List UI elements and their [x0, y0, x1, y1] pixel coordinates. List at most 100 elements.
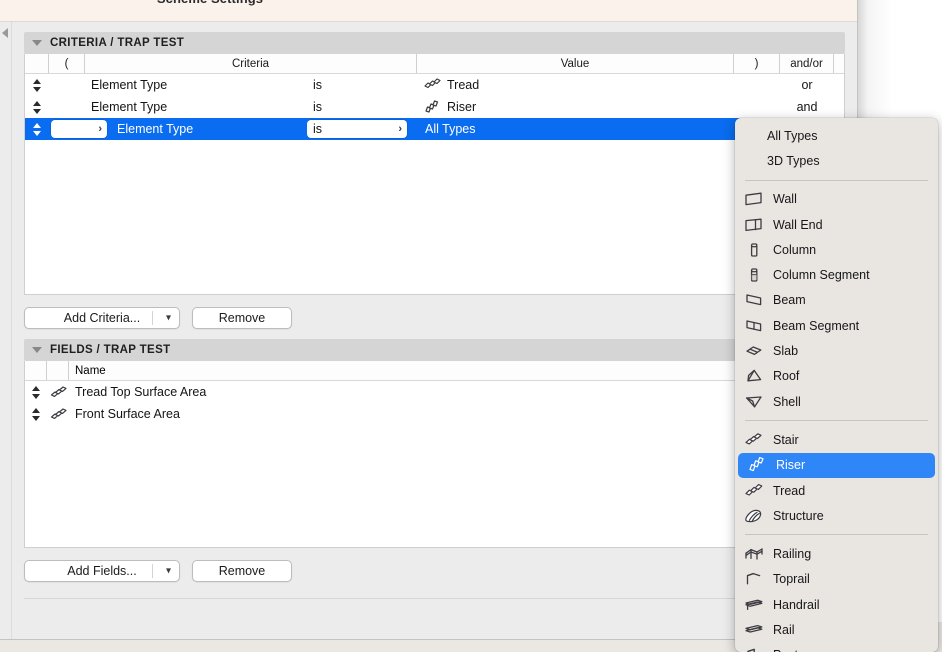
- row-operator[interactable]: is: [307, 96, 417, 118]
- menu-item-roof[interactable]: Roof: [735, 364, 938, 389]
- operator-select[interactable]: is ›: [307, 120, 407, 138]
- dialog-content: CRITERIA / TRAP TEST ( Criteria Value ) …: [12, 22, 857, 639]
- menu-item-structure[interactable]: Structure: [735, 503, 938, 528]
- left-collapse-rail[interactable]: [0, 22, 12, 639]
- add-criteria-button[interactable]: Add Criteria... ▾: [24, 307, 180, 329]
- railing-icon: [743, 545, 765, 563]
- menu-item-beam-segment[interactable]: Beam Segment: [735, 313, 938, 338]
- disclosure-triangle-icon[interactable]: [32, 347, 42, 353]
- add-fields-button[interactable]: Add Fields... ▾: [24, 560, 180, 582]
- menu-item-shell[interactable]: Shell: [735, 389, 938, 414]
- menu-separator: [745, 179, 928, 181]
- fields-table: Name Tread Top Surface Area Front Surfac…: [24, 361, 845, 548]
- row-value[interactable]: Riser: [417, 96, 734, 118]
- criteria-table-header: ( Criteria Value ) and/or: [25, 54, 844, 74]
- drag-handle-icon[interactable]: [31, 385, 41, 399]
- menu-item-label: Railing: [773, 547, 812, 562]
- row-criteria-name[interactable]: Element Type: [85, 96, 307, 118]
- menu-item-label: Column: [773, 242, 817, 257]
- criteria-col-value[interactable]: Value: [417, 54, 734, 73]
- handrail-icon: [743, 596, 765, 614]
- row-paren-open[interactable]: [49, 96, 85, 118]
- row-drag-handle[interactable]: [25, 118, 49, 140]
- column-segment-icon: [743, 266, 765, 284]
- drag-handle-icon[interactable]: [32, 100, 42, 114]
- menu-item-post[interactable]: Post: [735, 643, 938, 652]
- row-operator[interactable]: is: [307, 74, 417, 96]
- table-row[interactable]: Element Type is Tread or: [25, 74, 844, 96]
- drag-handle-icon[interactable]: [32, 122, 42, 136]
- paren-open-select[interactable]: ›: [51, 120, 107, 138]
- table-row-selected[interactable]: › Element Type is › All Types ›: [25, 118, 844, 140]
- fields-col-name[interactable]: Name: [69, 361, 816, 380]
- menu-item-wall[interactable]: Wall: [735, 187, 938, 212]
- criteria-col-paren-close[interactable]: ): [734, 54, 780, 73]
- table-row[interactable]: Tread Top Surface Area: [25, 381, 844, 403]
- shell-icon: [743, 393, 765, 411]
- row-paren-open-popup[interactable]: ›: [49, 118, 111, 140]
- drag-handle-icon[interactable]: [31, 407, 41, 421]
- toprail-icon: [743, 570, 765, 588]
- menu-item-all-types[interactable]: All Types: [735, 123, 938, 148]
- menu-item-label: Column Segment: [773, 268, 870, 283]
- menu-item-label: 3D Types: [767, 153, 820, 168]
- row-andor[interactable]: or: [780, 74, 834, 96]
- menu-item-rail[interactable]: Rail: [735, 617, 938, 642]
- row-drag-handle[interactable]: [25, 96, 49, 118]
- field-name[interactable]: Tread Top Surface Area: [69, 385, 816, 399]
- menu-item-stair[interactable]: Stair: [735, 427, 938, 452]
- chevron-down-icon[interactable]: ▾: [166, 566, 171, 577]
- row-value-label: Tread: [447, 78, 480, 92]
- table-row[interactable]: Front Surface Area: [25, 403, 844, 425]
- row-criteria-name[interactable]: Element Type: [85, 74, 307, 96]
- criteria-col-criteria[interactable]: Criteria: [85, 54, 417, 73]
- remove-criteria-button[interactable]: Remove: [192, 307, 292, 329]
- dialog-footer: Cancel: [24, 599, 845, 635]
- drag-handle-icon[interactable]: [32, 78, 42, 92]
- chevron-down-icon[interactable]: ▾: [166, 313, 171, 324]
- menu-item-handrail[interactable]: Handrail: [735, 592, 938, 617]
- fields-col-handle: [25, 361, 47, 380]
- element-type-dropdown-menu[interactable]: All Types 3D Types Wall Wall End Column: [735, 118, 938, 652]
- row-operator-popup[interactable]: is ›: [307, 118, 419, 140]
- row-andor[interactable]: and: [780, 96, 834, 118]
- fields-empty-space: [25, 425, 844, 547]
- field-name[interactable]: Front Surface Area: [69, 407, 816, 421]
- criteria-col-andor[interactable]: and/or: [780, 54, 834, 73]
- row-drag-handle[interactable]: [25, 407, 47, 421]
- button-divider: [152, 564, 153, 578]
- criteria-table-body: Element Type is Tread or Element Type is…: [25, 74, 844, 294]
- dialog-titlebar: Scheme Settings: [0, 0, 857, 22]
- row-paren-open[interactable]: [49, 74, 85, 96]
- fields-buttons: Add Fields... ▾ Remove: [24, 560, 845, 582]
- criteria-col-paren-open[interactable]: (: [49, 54, 85, 73]
- fields-section-header[interactable]: FIELDS / TRAP TEST: [24, 339, 845, 361]
- collapse-arrow-icon[interactable]: [2, 28, 8, 38]
- menu-item-label: Shell: [773, 394, 801, 409]
- menu-separator: [745, 420, 928, 422]
- menu-item-column[interactable]: Column: [735, 237, 938, 262]
- menu-item-beam[interactable]: Beam: [735, 288, 938, 313]
- menu-item-railing[interactable]: Railing: [735, 541, 938, 566]
- row-paren-close[interactable]: [734, 74, 780, 96]
- remove-criteria-label: Remove: [218, 311, 266, 325]
- table-row[interactable]: Element Type is Riser and: [25, 96, 844, 118]
- criteria-buttons: Add Criteria... ▾ Remove: [24, 307, 845, 329]
- menu-item-3d-types[interactable]: 3D Types: [735, 148, 938, 173]
- chevron-right-icon: ›: [98, 123, 102, 135]
- menu-item-toprail[interactable]: Toprail: [735, 567, 938, 592]
- remove-fields-button[interactable]: Remove: [192, 560, 292, 582]
- row-drag-handle[interactable]: [25, 385, 47, 399]
- tread-icon: [423, 78, 441, 92]
- disclosure-triangle-icon[interactable]: [32, 40, 42, 46]
- menu-item-slab[interactable]: Slab: [735, 338, 938, 363]
- menu-item-column-segment[interactable]: Column Segment: [735, 262, 938, 287]
- menu-item-wall-end[interactable]: Wall End: [735, 212, 938, 237]
- row-drag-handle[interactable]: [25, 74, 49, 96]
- row-paren-close[interactable]: [734, 96, 780, 118]
- menu-item-riser[interactable]: Riser: [738, 452, 935, 478]
- row-criteria-name[interactable]: Element Type: [111, 118, 307, 140]
- menu-item-tread[interactable]: Tread: [735, 478, 938, 503]
- row-value[interactable]: Tread: [417, 74, 734, 96]
- criteria-section-header[interactable]: CRITERIA / TRAP TEST: [24, 32, 845, 54]
